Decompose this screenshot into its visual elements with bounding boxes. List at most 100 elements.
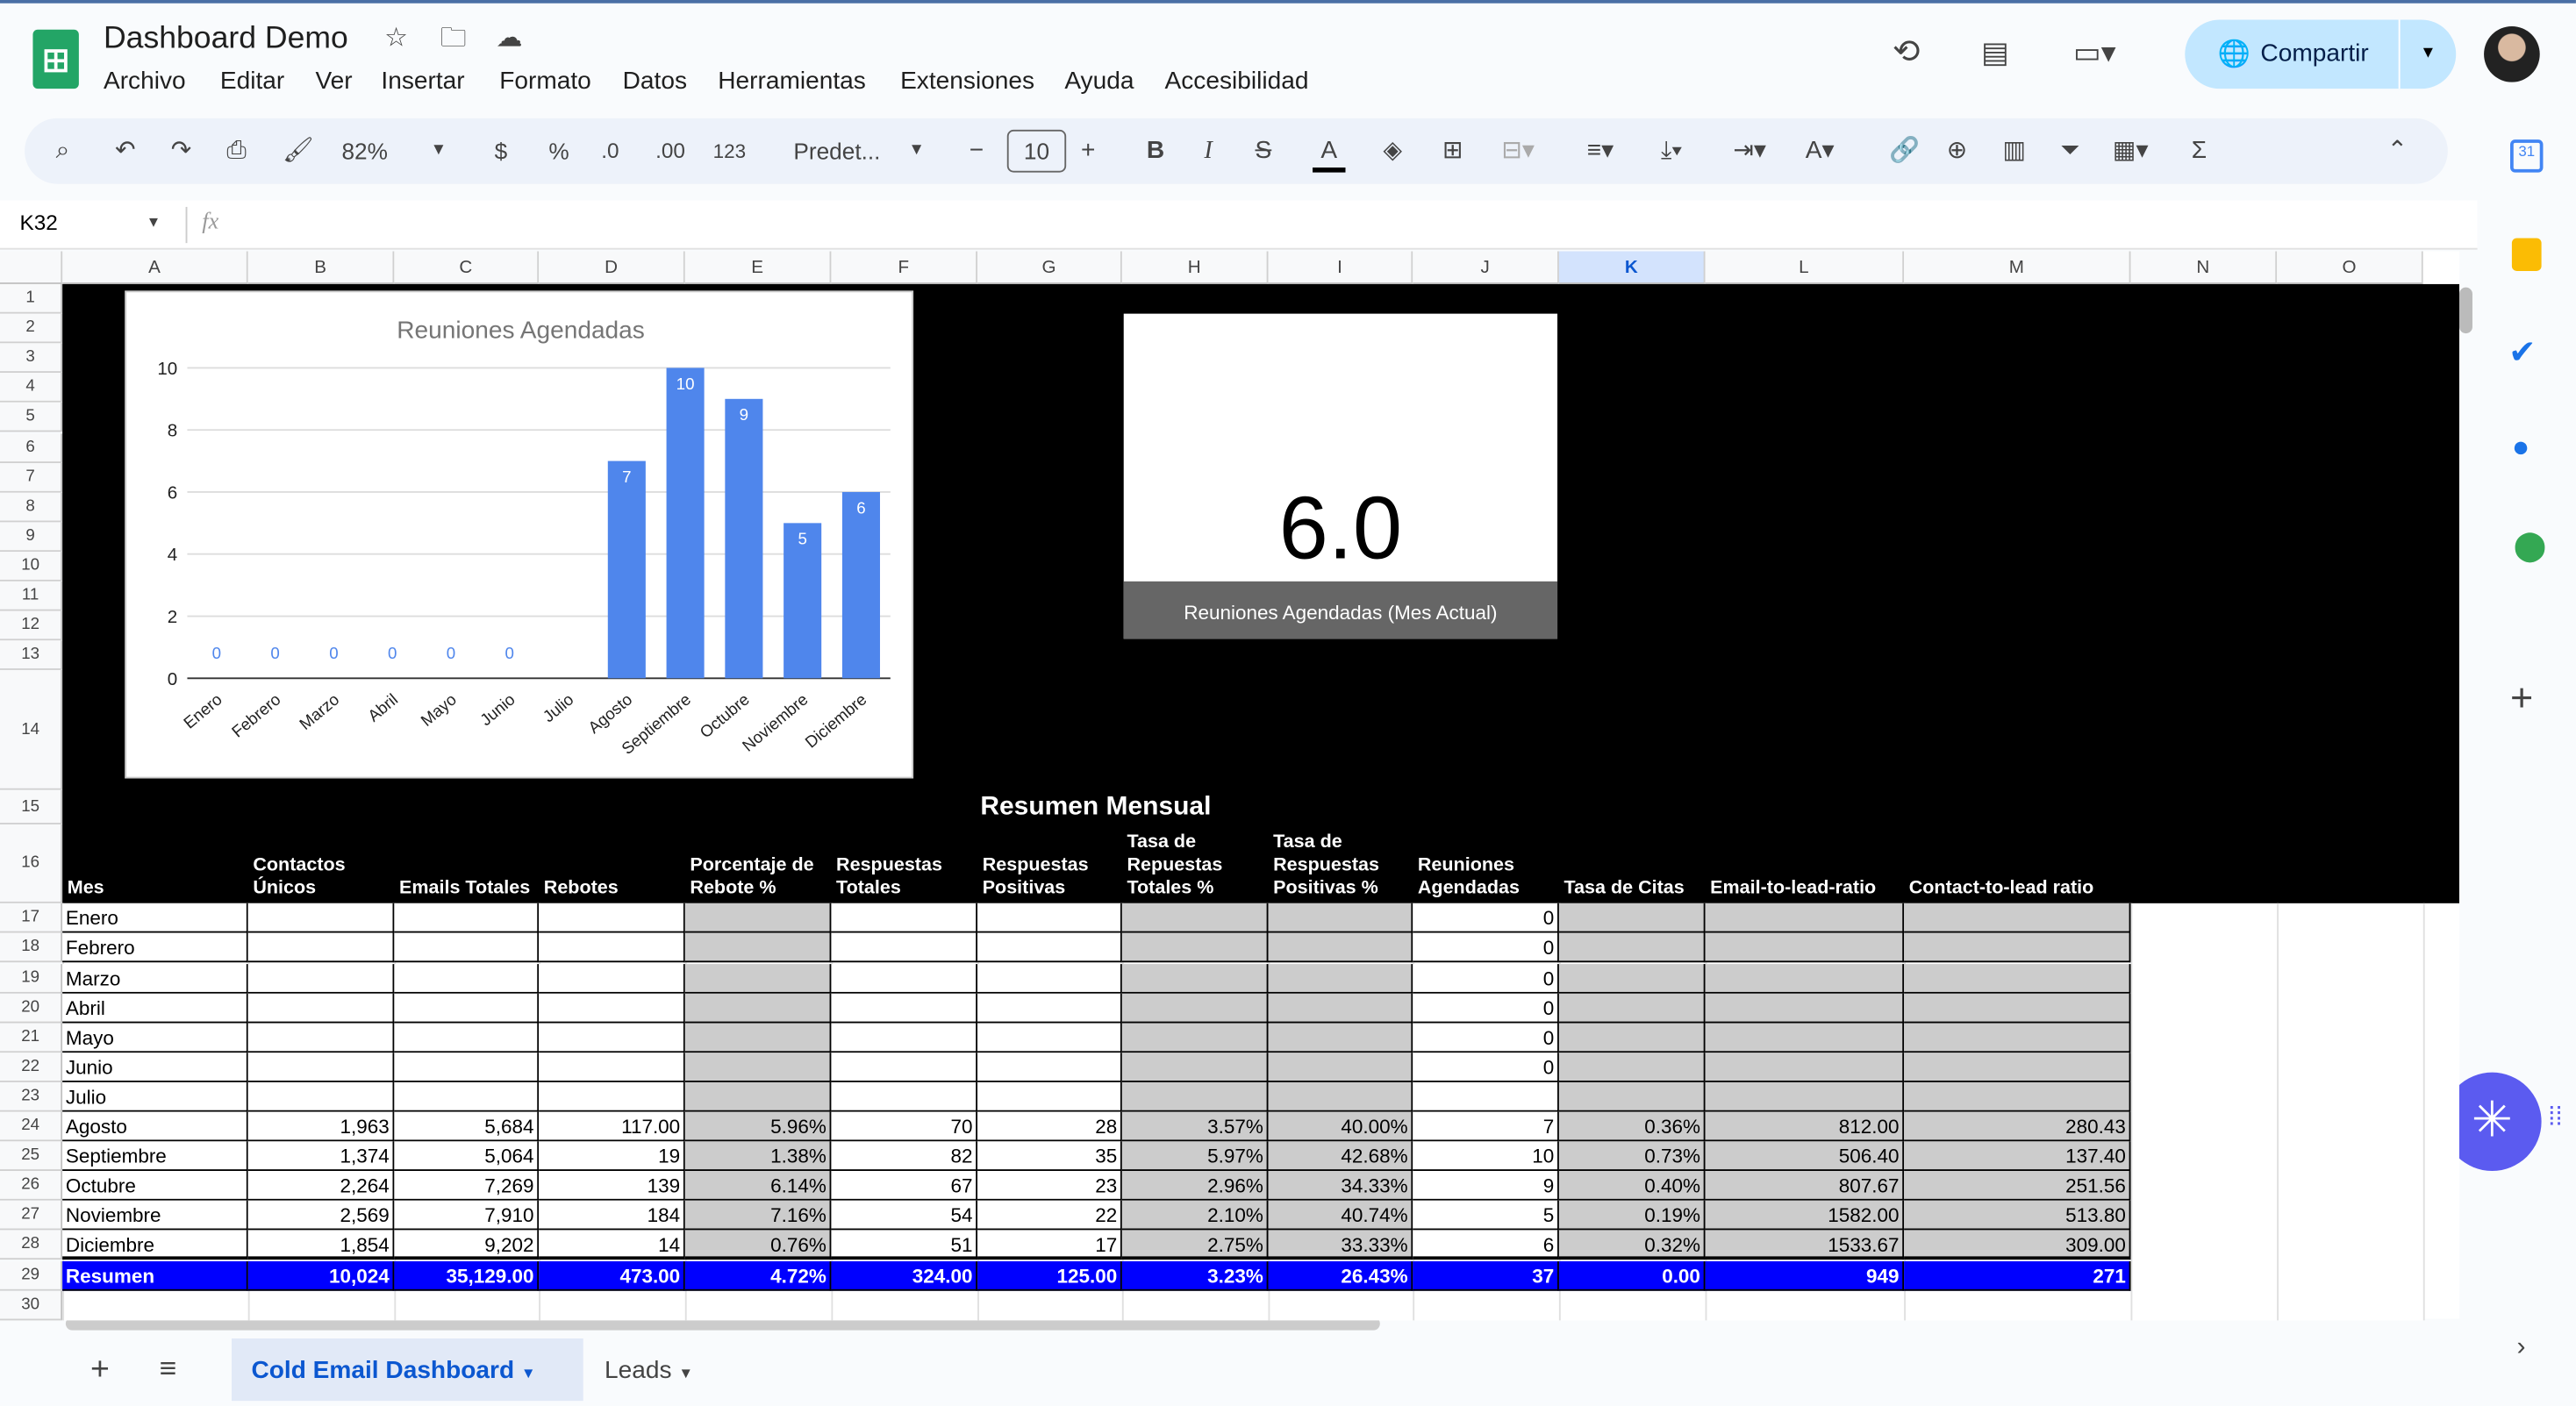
table-cell[interactable] [977, 903, 1122, 934]
meet-icon[interactable]: ▭▾ [2073, 36, 2116, 68]
table-cell[interactable] [1413, 1081, 1559, 1112]
search-icon[interactable]: ⌕ [56, 135, 70, 168]
table-cell[interactable] [394, 903, 540, 934]
table-cell[interactable]: 22 [977, 1201, 1122, 1231]
table-cell[interactable]: 5,684 [394, 1111, 540, 1142]
table-cell[interactable] [1121, 1052, 1269, 1082]
table-cell[interactable]: 14 [539, 1231, 685, 1261]
table-cell[interactable] [539, 1052, 685, 1082]
table-cell[interactable]: 5.96% [684, 1111, 832, 1142]
table-cell[interactable]: 506.40 [1705, 1141, 1905, 1172]
apps-grid-icon[interactable]: ⁞⁞ [2548, 1103, 2563, 1133]
keep-icon[interactable] [2511, 238, 2542, 271]
table-cell[interactable]: 1582.00 [1705, 1201, 1905, 1231]
table-cell[interactable] [684, 963, 832, 994]
table-cell[interactable] [1904, 993, 2131, 1023]
table-cell[interactable]: 23 [977, 1171, 1122, 1202]
table-cell[interactable] [831, 963, 978, 994]
table-cell[interactable]: 1,854 [247, 1231, 395, 1261]
move-folder-icon[interactable]: 🗀 [440, 23, 467, 55]
table-cell[interactable] [1558, 1081, 1706, 1112]
table-cell[interactable] [1268, 903, 1413, 934]
document-title[interactable]: Dashboard Demo [104, 21, 348, 57]
sheet-tab-leads[interactable]: Leads ▼ [605, 1338, 693, 1401]
table-cell[interactable]: 139 [539, 1171, 685, 1202]
table-cell[interactable] [1558, 933, 1706, 964]
summary-cell[interactable]: 271 [1904, 1260, 2131, 1290]
table-cell[interactable]: 0 [1413, 933, 1559, 964]
table-cell[interactable] [831, 993, 978, 1023]
row-header-28[interactable]: 28 [0, 1231, 63, 1261]
column-header-A[interactable]: A [62, 251, 248, 284]
summary-cell[interactable]: 37 [1413, 1260, 1559, 1290]
table-cell[interactable]: 7.16% [684, 1201, 832, 1231]
month-cell[interactable]: Agosto [62, 1111, 248, 1142]
row-header-12[interactable]: 12 [0, 610, 63, 641]
table-cell[interactable] [539, 963, 685, 994]
table-cell[interactable]: 2,569 [247, 1201, 395, 1231]
cloud-saved-icon[interactable]: ☁ [496, 23, 522, 55]
table-cell[interactable] [977, 1081, 1122, 1112]
bold-button[interactable]: B [1147, 135, 1164, 168]
table-cell[interactable]: 309.00 [1904, 1231, 2131, 1261]
table-cell[interactable]: 28 [977, 1111, 1122, 1142]
column-header-D[interactable]: D [539, 251, 685, 284]
row-header-9[interactable]: 9 [0, 522, 63, 552]
text-color-button[interactable]: A [1313, 135, 1346, 173]
summary-cell[interactable]: Resumen [62, 1260, 248, 1290]
font-size-input[interactable]: 10 [1006, 129, 1067, 173]
table-cell[interactable] [247, 1022, 395, 1053]
scorecard[interactable]: 6.0 Reuniones Agendadas (Mes Actual) [1123, 313, 1558, 639]
table-cell[interactable] [977, 933, 1122, 964]
summary-cell[interactable]: 949 [1705, 1260, 1905, 1290]
row-header-16[interactable]: 16 [0, 824, 63, 904]
row-header-1[interactable]: 1 [0, 283, 63, 314]
menu-formato[interactable]: Formato [499, 68, 591, 96]
table-cell[interactable] [684, 1022, 832, 1053]
decrease-font-icon[interactable]: − [970, 135, 984, 168]
table-cell[interactable] [1904, 1081, 2131, 1112]
menu-datos[interactable]: Datos [623, 68, 687, 96]
add-addon-icon[interactable]: + [2510, 676, 2533, 722]
table-cell[interactable]: 1,963 [247, 1111, 395, 1142]
column-header-M[interactable]: M [1904, 251, 2131, 284]
table-cell[interactable] [247, 933, 395, 964]
all-sheets-icon[interactable]: ≡ [160, 1352, 177, 1386]
table-cell[interactable]: 1,374 [247, 1141, 395, 1172]
row-header-6[interactable]: 6 [0, 432, 63, 463]
row-header-3[interactable]: 3 [0, 343, 63, 374]
borders-icon[interactable]: ⊞ [1442, 135, 1463, 168]
insert-chart-icon[interactable]: ▥ [2002, 135, 2026, 168]
zoom-select[interactable]: 82% [341, 135, 387, 168]
contacts-icon[interactable]: ● [2512, 431, 2529, 465]
table-cell[interactable] [831, 903, 978, 934]
table-cell[interactable]: 5,064 [394, 1141, 540, 1172]
table-cell[interactable]: 0 [1413, 1052, 1559, 1082]
table-cell[interactable] [684, 933, 832, 964]
column-header-J[interactable]: J [1413, 251, 1559, 284]
table-cell[interactable]: 137.40 [1904, 1141, 2131, 1172]
table-cell[interactable] [1121, 963, 1269, 994]
select-all-corner[interactable] [0, 251, 63, 284]
menu-archivo[interactable]: Archivo [104, 68, 186, 96]
column-header-H[interactable]: H [1121, 251, 1269, 284]
column-header-I[interactable]: I [1268, 251, 1413, 284]
table-cell[interactable] [1558, 993, 1706, 1023]
table-cell[interactable]: 51 [831, 1231, 978, 1261]
row-header-2[interactable]: 2 [0, 313, 63, 344]
table-cell[interactable]: 10 [1413, 1141, 1559, 1172]
table-cell[interactable] [394, 1022, 540, 1053]
table-cell[interactable] [247, 963, 395, 994]
table-cell[interactable] [831, 1081, 978, 1112]
more-formats-button[interactable]: 123 [713, 135, 747, 168]
table-cell[interactable] [1558, 1022, 1706, 1053]
table-cell[interactable]: 7 [1413, 1111, 1559, 1142]
history-icon[interactable]: ⟲ [1893, 36, 1920, 68]
table-cell[interactable] [977, 1022, 1122, 1053]
table-cell[interactable]: 812.00 [1705, 1111, 1905, 1142]
table-cell[interactable]: 7,269 [394, 1171, 540, 1202]
table-cell[interactable] [1904, 933, 2131, 964]
table-cell[interactable] [831, 933, 978, 964]
table-cell[interactable]: 0.76% [684, 1231, 832, 1261]
table-cell[interactable] [394, 1081, 540, 1112]
